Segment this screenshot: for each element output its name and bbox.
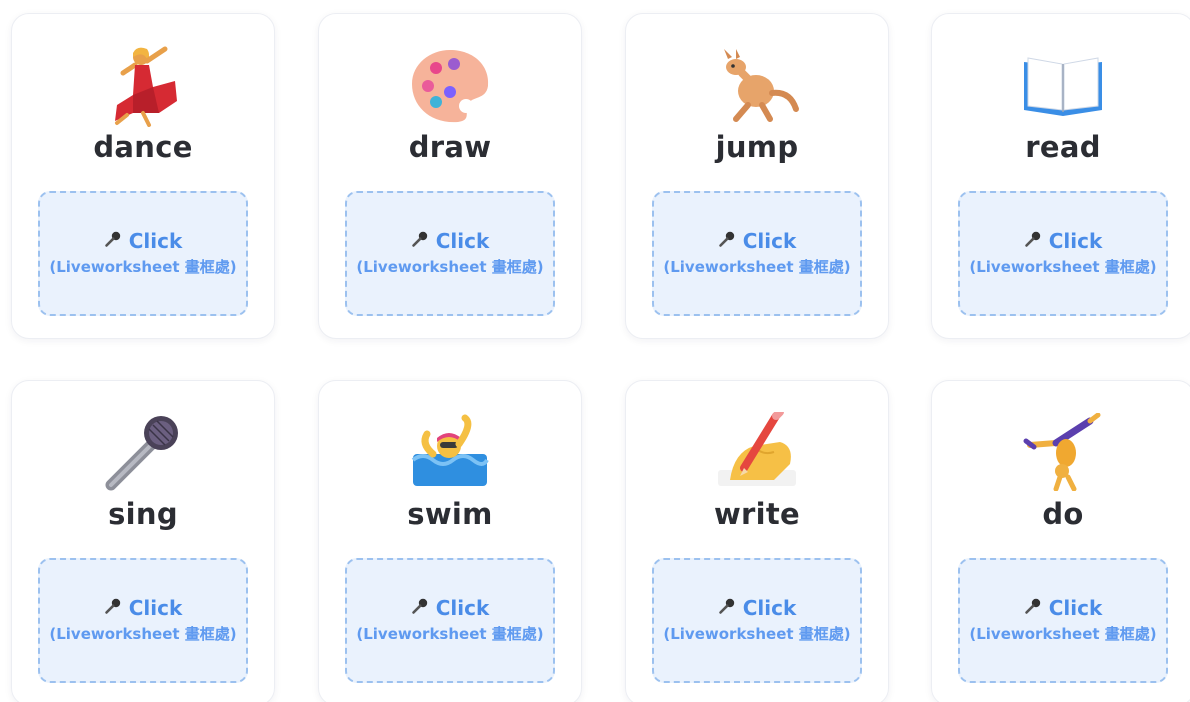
word-label: sing bbox=[108, 497, 178, 531]
click-label: Click bbox=[435, 228, 490, 253]
open-book-icon bbox=[932, 40, 1190, 130]
click-label: Click bbox=[742, 228, 797, 253]
click-label: Click bbox=[128, 228, 183, 253]
record-button[interactable]: Click (Liveworksheet 畫框處) bbox=[652, 558, 862, 683]
record-button[interactable]: Click (Liveworksheet 畫框處) bbox=[345, 191, 555, 316]
liveworksheet-note: (Liveworksheet 畫框處) bbox=[356, 624, 544, 643]
cartwheel-icon bbox=[932, 407, 1190, 497]
card-write: write Click (Liveworksheet 畫框處) bbox=[625, 380, 889, 702]
card-draw: draw Click (Liveworksheet 畫框處) bbox=[318, 13, 582, 339]
click-label: Click bbox=[128, 595, 183, 620]
liveworksheet-note: (Liveworksheet 畫框處) bbox=[969, 624, 1157, 643]
record-button[interactable]: Click (Liveworksheet 畫框處) bbox=[652, 191, 862, 316]
liveworksheet-note: (Liveworksheet 畫框處) bbox=[49, 257, 237, 276]
microphone-icon bbox=[718, 595, 736, 621]
microphone-icon bbox=[1024, 228, 1042, 254]
card-swim: swim Click (Liveworksheet 畫框處) bbox=[318, 380, 582, 702]
kangaroo-icon bbox=[626, 40, 888, 130]
word-label: draw bbox=[408, 130, 492, 164]
record-button[interactable]: Click (Liveworksheet 畫框處) bbox=[958, 558, 1168, 683]
record-button[interactable]: Click (Liveworksheet 畫框處) bbox=[345, 558, 555, 683]
record-button[interactable]: Click (Liveworksheet 畫框處) bbox=[958, 191, 1168, 316]
palette-icon bbox=[319, 40, 581, 130]
activity-card-grid: dance Click (Liveworksheet 畫框處) draw Cli… bbox=[0, 0, 1190, 702]
card-sing: sing Click (Liveworksheet 畫框處) bbox=[11, 380, 275, 702]
writing-hand-icon bbox=[626, 407, 888, 497]
microphone-icon bbox=[104, 595, 122, 621]
word-label: write bbox=[713, 497, 801, 531]
liveworksheet-note: (Liveworksheet 畫框處) bbox=[356, 257, 544, 276]
dancer-icon bbox=[12, 40, 274, 130]
record-button[interactable]: Click (Liveworksheet 畫框處) bbox=[38, 191, 248, 316]
card-read: read Click (Liveworksheet 畫框處) bbox=[931, 13, 1190, 339]
click-label: Click bbox=[1048, 595, 1103, 620]
click-label: Click bbox=[742, 595, 797, 620]
click-label: Click bbox=[435, 595, 490, 620]
click-label: Click bbox=[1048, 228, 1103, 253]
card-do: do Click (Liveworksheet 畫框處) bbox=[931, 380, 1190, 702]
microphone-icon bbox=[411, 228, 429, 254]
word-label: read bbox=[1025, 130, 1101, 164]
liveworksheet-note: (Liveworksheet 畫框處) bbox=[969, 257, 1157, 276]
liveworksheet-note: (Liveworksheet 畫框處) bbox=[663, 624, 851, 643]
word-label: dance bbox=[93, 130, 193, 164]
word-label: do bbox=[1042, 497, 1084, 531]
liveworksheet-note: (Liveworksheet 畫框處) bbox=[663, 257, 851, 276]
microphone-icon bbox=[1024, 595, 1042, 621]
word-label: jump bbox=[715, 130, 799, 164]
card-jump: jump Click (Liveworksheet 畫框處) bbox=[625, 13, 889, 339]
microphone-icon bbox=[12, 407, 274, 497]
microphone-icon bbox=[411, 595, 429, 621]
microphone-icon bbox=[718, 228, 736, 254]
record-button[interactable]: Click (Liveworksheet 畫框處) bbox=[38, 558, 248, 683]
swimmer-icon bbox=[319, 407, 581, 497]
liveworksheet-note: (Liveworksheet 畫框處) bbox=[49, 624, 237, 643]
word-label: swim bbox=[407, 497, 493, 531]
microphone-icon bbox=[104, 228, 122, 254]
card-dance: dance Click (Liveworksheet 畫框處) bbox=[11, 13, 275, 339]
